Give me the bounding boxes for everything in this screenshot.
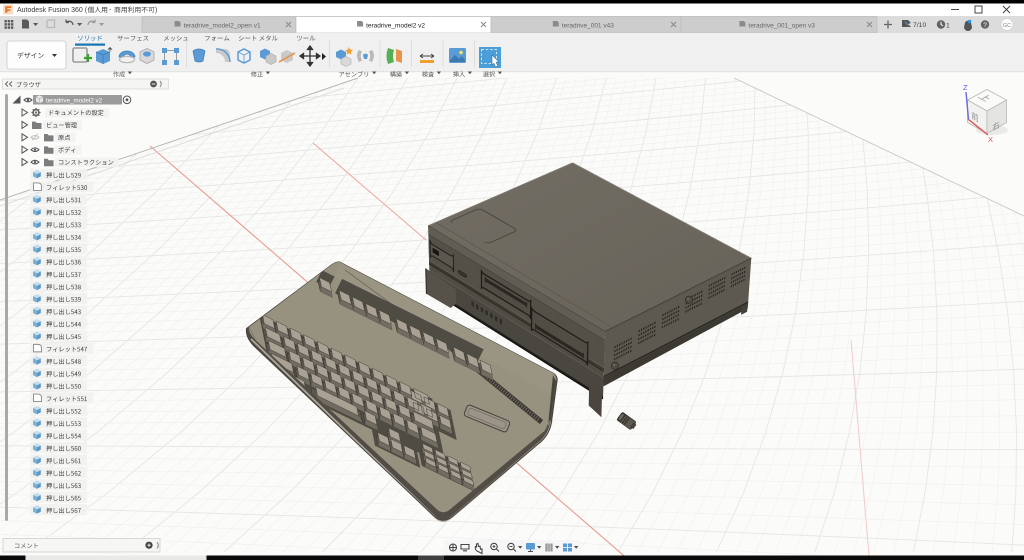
- svg-text:GC: GC: [1003, 23, 1011, 29]
- svg-text:X: X: [988, 135, 993, 144]
- svg-text:7/10: 7/10: [913, 22, 926, 29]
- svg-text:teradrive_model2 v2: teradrive_model2 v2: [46, 98, 103, 105]
- svg-text:teradrive_model2 v2: teradrive_model2 v2: [366, 22, 425, 29]
- svg-text:teradrive_001 v43: teradrive_001 v43: [562, 22, 614, 29]
- svg-text:): ): [155, 7, 157, 14]
- svg-text:teradrive_001_open v3: teradrive_001_open v3: [748, 22, 815, 29]
- svg-text:Autodesk Fusion 360 (: Autodesk Fusion 360 (: [17, 7, 88, 14]
- svg-text:teradrive_model2_open v1: teradrive_model2_open v1: [184, 22, 261, 29]
- svg-text:?: ?: [983, 22, 987, 29]
- svg-text:1: 1: [946, 23, 950, 30]
- svg-text:Z: Z: [963, 83, 968, 92]
